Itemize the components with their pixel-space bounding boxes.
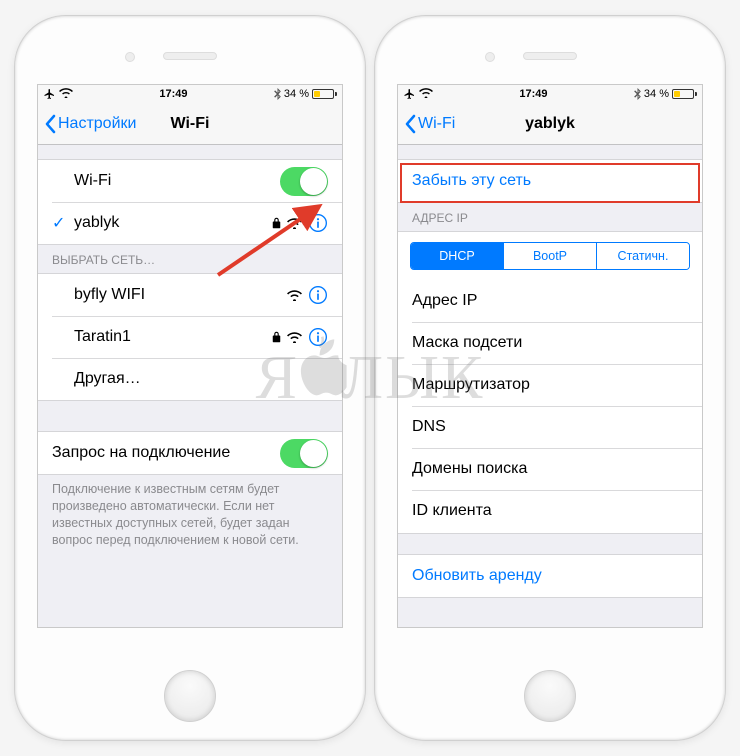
ip-row[interactable]: Адрес IP <box>398 280 702 322</box>
status-time: 17:49 <box>159 88 187 100</box>
battery-icon <box>312 89 337 99</box>
phone-right: 17:49 34 % Wi-Fi yablyk За <box>374 15 726 741</box>
battery-icon <box>672 89 697 99</box>
status-bar: 17:49 34 % <box>398 85 702 103</box>
ip-address-header: Адрес IP <box>398 203 702 231</box>
dns-row[interactable]: DNS <box>398 406 702 448</box>
back-label: Настройки <box>58 115 136 133</box>
back-label: Wi-Fi <box>418 115 455 133</box>
phone-left: 17:49 34 % Настройки Wi-Fi <box>14 15 366 741</box>
home-button[interactable] <box>524 670 576 722</box>
phone-speaker <box>163 52 217 60</box>
bluetooth-icon <box>634 88 641 100</box>
ip-mode-segmented[interactable]: DHCP BootP Статичн. <box>410 242 690 270</box>
back-button[interactable]: Wi-Fi <box>404 114 455 134</box>
wifi-switch[interactable] <box>280 167 328 196</box>
battery-percent: 34 % <box>644 88 669 100</box>
phone-speaker <box>523 52 577 60</box>
connected-network-row[interactable]: ✓ yablyk <box>38 202 342 244</box>
airplane-icon <box>43 88 56 100</box>
renew-lease-label: Обновить аренду <box>412 567 688 585</box>
wifi-signal-icon <box>287 332 302 343</box>
wifi-toggle-row: Wi-Fi <box>38 160 342 202</box>
segment-dhcp[interactable]: DHCP <box>411 243 503 269</box>
home-button[interactable] <box>164 670 216 722</box>
ask-to-join-footer: Подключение к известным сетям будет прои… <box>38 475 342 555</box>
network-name: byfly WIFI <box>74 286 287 304</box>
wifi-signal-icon <box>287 290 302 301</box>
wifi-signal-icon <box>287 218 302 229</box>
status-bar: 17:49 34 % <box>38 85 342 103</box>
info-icon[interactable] <box>308 327 328 347</box>
airplane-icon <box>403 88 416 100</box>
ask-to-join-row: Запрос на подключение <box>38 432 342 474</box>
ask-to-join-switch[interactable] <box>280 439 328 468</box>
checkmark-icon: ✓ <box>52 213 74 233</box>
router-row[interactable]: Маршрутизатор <box>398 364 702 406</box>
wifi-status-icon <box>59 88 73 101</box>
lock-icon <box>272 331 281 343</box>
nav-bar: Wi-Fi yablyk <box>398 103 702 145</box>
screen-left: 17:49 34 % Настройки Wi-Fi <box>37 84 343 628</box>
network-row-1[interactable]: Taratin1 <box>38 316 342 358</box>
other-network-row[interactable]: Другая… <box>38 358 342 400</box>
wifi-status-icon <box>419 88 433 101</box>
segment-bootp[interactable]: BootP <box>503 243 596 269</box>
wifi-toggle-label: Wi-Fi <box>74 172 280 190</box>
segment-static[interactable]: Статичн. <box>596 243 689 269</box>
renew-lease-row[interactable]: Обновить аренду <box>398 555 702 597</box>
lock-icon <box>272 217 281 229</box>
mask-row[interactable]: Маска подсети <box>398 322 702 364</box>
status-time: 17:49 <box>519 88 547 100</box>
phone-camera <box>485 52 495 62</box>
forget-network-label: Забыть эту сеть <box>412 172 688 190</box>
info-icon[interactable] <box>308 285 328 305</box>
nav-bar: Настройки Wi-Fi <box>38 103 342 145</box>
phone-camera <box>125 52 135 62</box>
network-name: Taratin1 <box>74 328 272 346</box>
info-icon[interactable] <box>308 213 328 233</box>
forget-network-row[interactable]: Забыть эту сеть <box>398 160 702 202</box>
network-row-0[interactable]: byfly WIFI <box>38 274 342 316</box>
choose-network-header: Выбрать сеть… <box>38 245 342 273</box>
back-button[interactable]: Настройки <box>44 114 136 134</box>
battery-percent: 34 % <box>284 88 309 100</box>
screen-right: 17:49 34 % Wi-Fi yablyk За <box>397 84 703 628</box>
client-id-row[interactable]: ID клиента <box>398 490 702 532</box>
search-domains-row[interactable]: Домены поиска <box>398 448 702 490</box>
connected-network-name: yablyk <box>74 214 272 232</box>
other-network-label: Другая… <box>74 370 328 388</box>
ask-to-join-label: Запрос на подключение <box>52 444 280 462</box>
bluetooth-icon <box>274 88 281 100</box>
